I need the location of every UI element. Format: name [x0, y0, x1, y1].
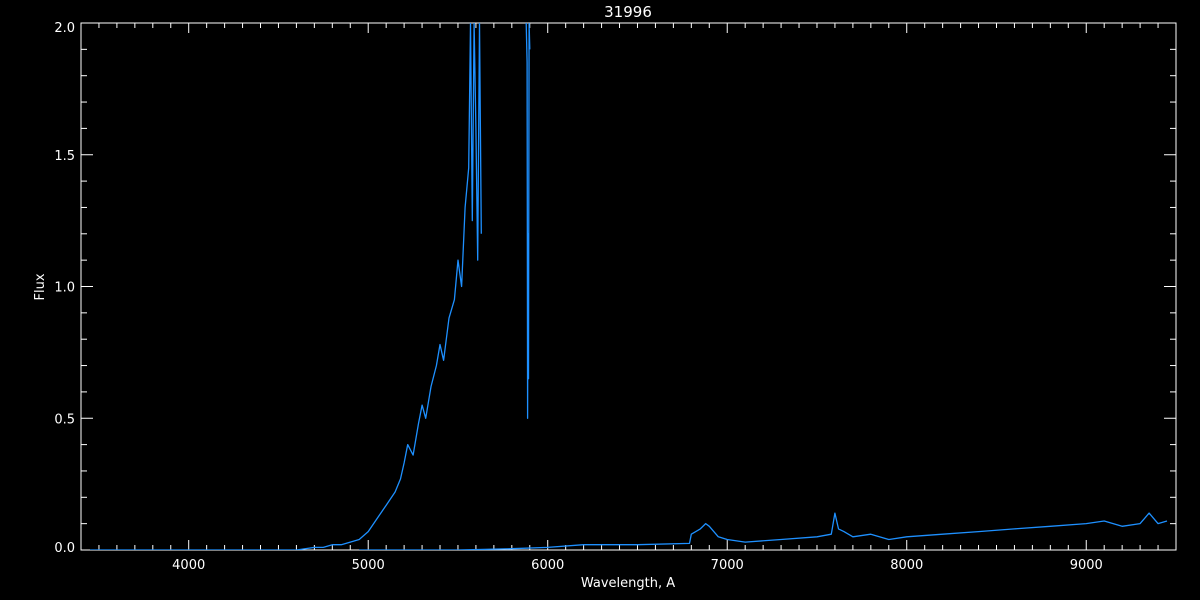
spectrum-chart: 4000 5000 6000 7000 8000 9000 0.0 0.5 1.0 1.5 2.0…: [33, 3, 1177, 591]
y-tick-label: 2.0: [54, 21, 75, 36]
x-tick-label: 8000: [890, 558, 923, 573]
axes-frame: [80, 22, 1177, 551]
y-axis-title: Flux: [33, 273, 48, 300]
chart-title: 31996: [604, 3, 652, 21]
series-line-blue-arm: [90, 23, 482, 550]
series-line-red-arm: [359, 512, 1168, 550]
x-tick-label: 5000: [352, 558, 385, 573]
y-axis-ticks: 0.0 0.5 1.0 1.5 2.0: [54, 21, 1176, 556]
x-axis-title: Wavelength, A: [581, 576, 675, 591]
series-layer: [90, 23, 1168, 550]
x-tick-label: 4000: [172, 558, 205, 573]
y-tick-label: 1.5: [54, 149, 75, 164]
y-tick-label: 0.0: [54, 541, 75, 556]
x-axis-ticks: 4000 5000 6000 7000 8000 9000: [98, 23, 1177, 573]
series-line-na-feature: [525, 23, 531, 419]
y-tick-label: 0.5: [54, 412, 75, 427]
y-tick-label: 1.0: [54, 281, 75, 296]
plot-frame: [80, 22, 1177, 551]
x-tick-label: 9000: [1070, 558, 1103, 573]
series-group: [90, 23, 1168, 550]
x-tick-label: 7000: [711, 558, 744, 573]
x-tick-label: 6000: [531, 558, 564, 573]
